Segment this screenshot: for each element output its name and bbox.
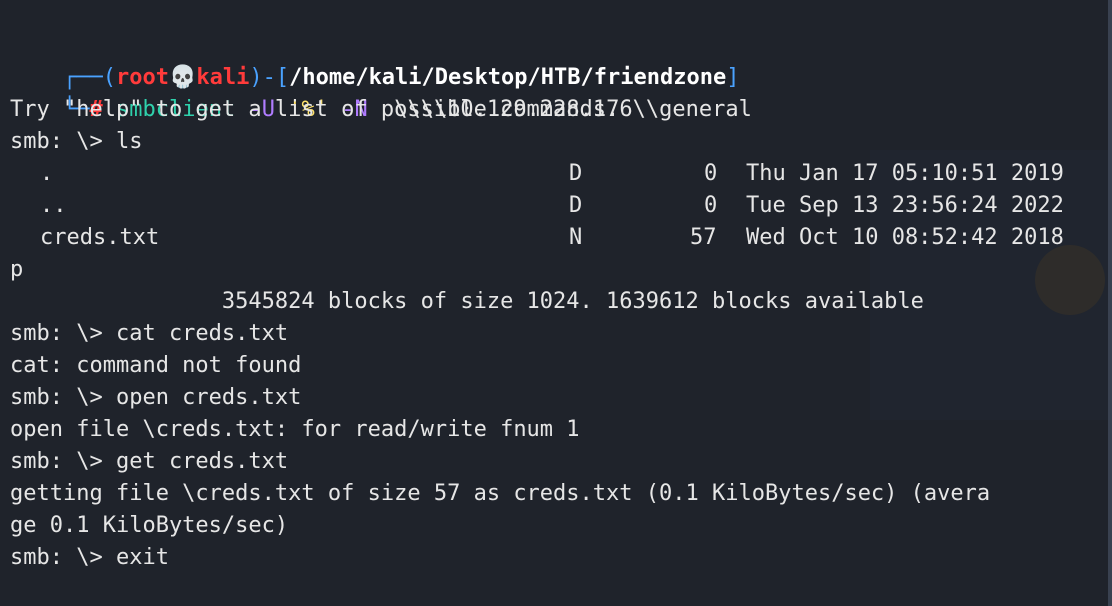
open-command-line: smb: \> open creds.txt — [10, 385, 302, 410]
p-line: p — [10, 257, 24, 282]
ls-row-type: N — [569, 225, 583, 250]
prompt-line-1: ┌──(root💀kali)-[/home/kali/Desktop/HTB/f… — [10, 30, 1110, 90]
ls-row-name: creds.txt — [40, 225, 160, 250]
help-line: Try "help" to get a list of possible com… — [10, 97, 620, 122]
ls-row-name: .. — [40, 193, 67, 218]
ls-row-date: Wed Oct 10 08:52:42 2018 — [746, 225, 1064, 250]
ls-row: creds.txt N 57 Wed Oct 10 08:52:42 2018 — [10, 222, 1110, 254]
exit-command-line: smb: \> exit — [10, 545, 169, 570]
open-output-line: open file \creds.txt: for read/write fnu… — [10, 417, 580, 442]
ls-row-type: D — [569, 193, 583, 218]
prompt-line-2: └─# smbclient -U '%' -N \\\\10.129.228.1… — [10, 62, 1110, 122]
scrollbar[interactable] — [1108, 0, 1112, 606]
ls-command-line: smb: \> ls — [10, 129, 143, 154]
ls-row: . D 0 Thu Jan 17 05:10:51 2019 — [10, 158, 1110, 190]
ls-row-size: 0 — [704, 193, 718, 218]
ls-row-name: . — [40, 161, 54, 186]
ls-row-size: 57 — [690, 225, 717, 250]
terminal-output: ┌──(root💀kali)-[/home/kali/Desktop/HTB/f… — [10, 30, 1110, 574]
ls-row-date: Thu Jan 17 05:10:51 2019 — [746, 161, 1064, 186]
get-output-line: getting file \creds.txt of size 57 as cr… — [10, 481, 991, 506]
cat-error-line: cat: command not found — [10, 353, 302, 378]
ls-row-date: Tue Sep 13 23:56:24 2022 — [746, 193, 1064, 218]
ls-row-type: D — [569, 161, 583, 186]
get-output-line-wrap: ge 0.1 KiloBytes/sec) — [10, 513, 289, 538]
cat-command-line: smb: \> cat creds.txt — [10, 321, 289, 346]
get-command-line: smb: \> get creds.txt — [10, 449, 289, 474]
ls-row: .. D 0 Tue Sep 13 23:56:24 2022 — [10, 190, 1110, 222]
ls-row-size: 0 — [704, 161, 718, 186]
blocks-line: 3545824 blocks of size 1024. 1639612 blo… — [10, 289, 924, 314]
